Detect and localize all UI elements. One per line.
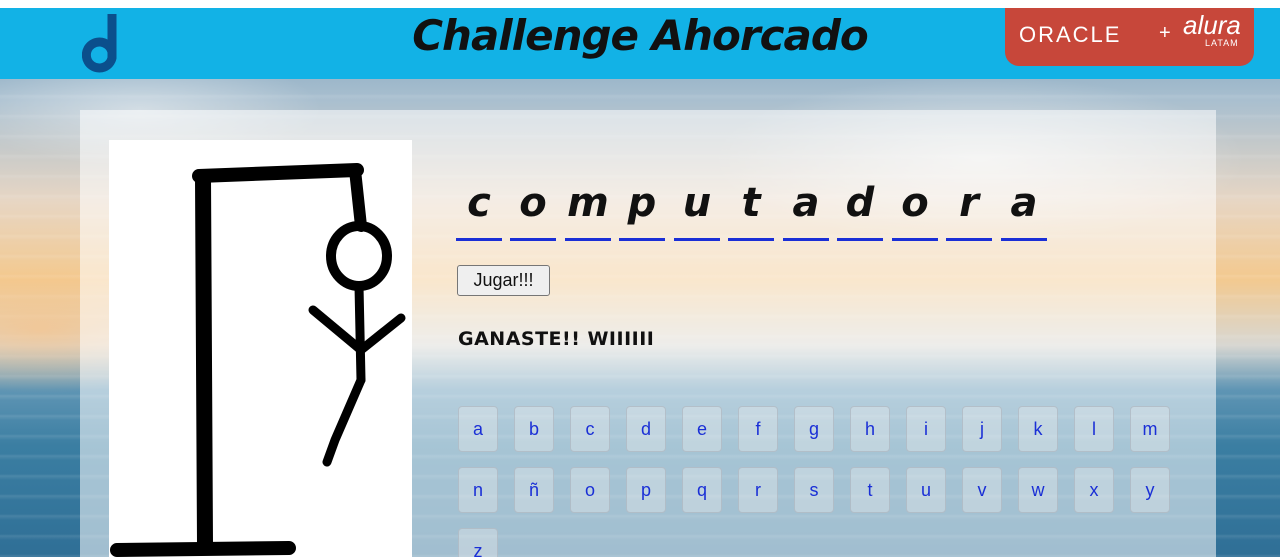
- letter-underline: [946, 238, 992, 241]
- letter-slot: a: [783, 176, 829, 242]
- letter-underline: [783, 238, 829, 241]
- letter: p: [627, 180, 657, 226]
- play-button[interactable]: Jugar!!!: [457, 265, 550, 296]
- letter: o: [901, 180, 929, 226]
- win-message: GANASTE!! WIIIIII: [458, 328, 655, 350]
- brand-oracle: ORACLE: [1019, 22, 1122, 47]
- letter: m: [567, 180, 609, 226]
- letter-slot: o: [510, 176, 556, 242]
- letter-underline: [510, 238, 556, 241]
- key-button[interactable]: b: [514, 406, 554, 452]
- letter-slot: t: [728, 176, 774, 242]
- key-button[interactable]: i: [906, 406, 946, 452]
- hangman-drawing-icon: [110, 163, 406, 557]
- key-button[interactable]: o: [570, 467, 610, 513]
- letter-slot: d: [837, 176, 883, 242]
- key-button[interactable]: y: [1130, 467, 1170, 513]
- letter-slot: u: [674, 176, 720, 242]
- key-button[interactable]: r: [738, 467, 778, 513]
- brand-latam: LATAM: [1205, 38, 1239, 48]
- key-button[interactable]: g: [794, 406, 834, 452]
- top-header: Challenge Ahorcado ORACLE + alura LATAM: [0, 0, 1280, 79]
- key-button[interactable]: z: [458, 528, 498, 557]
- key-button[interactable]: x: [1074, 467, 1114, 513]
- key-button[interactable]: w: [1018, 467, 1058, 513]
- letter-slot: r: [946, 176, 992, 242]
- letter-slot: c: [456, 176, 502, 242]
- letter-underline: [837, 238, 883, 241]
- key-button[interactable]: u: [906, 467, 946, 513]
- letter: a: [1010, 180, 1038, 226]
- key-button[interactable]: t: [850, 467, 890, 513]
- letter-underline: [892, 238, 938, 241]
- letter-underline: [1001, 238, 1047, 241]
- letter: a: [792, 180, 820, 226]
- letter-underline: [619, 238, 665, 241]
- key-button[interactable]: h: [850, 406, 890, 452]
- key-button[interactable]: k: [1018, 406, 1058, 452]
- brand-plus: +: [1159, 22, 1171, 44]
- letter: r: [959, 180, 979, 226]
- letter-slot: a: [1001, 176, 1047, 242]
- letter-slot: m: [565, 176, 611, 242]
- letter: o: [519, 180, 547, 226]
- key-button[interactable]: n: [458, 467, 498, 513]
- hangman-canvas: [109, 140, 412, 557]
- key-button[interactable]: v: [962, 467, 1002, 513]
- letter-underline: [728, 238, 774, 241]
- key-button[interactable]: p: [626, 467, 666, 513]
- key-button[interactable]: d: [626, 406, 666, 452]
- oracle-alura-logo: ORACLE + alura LATAM: [1005, 8, 1254, 66]
- letter-slot: o: [892, 176, 938, 242]
- key-button[interactable]: ñ: [514, 467, 554, 513]
- key-button[interactable]: f: [738, 406, 778, 452]
- letter: u: [682, 180, 712, 226]
- letter: t: [741, 180, 761, 226]
- letter-slot: p: [619, 176, 665, 242]
- key-button[interactable]: c: [570, 406, 610, 452]
- key-button[interactable]: j: [962, 406, 1002, 452]
- letter: c: [467, 180, 491, 226]
- letter-underline: [674, 238, 720, 241]
- key-button[interactable]: e: [682, 406, 722, 452]
- key-button[interactable]: s: [794, 467, 834, 513]
- letter: d: [845, 180, 875, 226]
- letter-underline: [456, 238, 502, 241]
- key-button[interactable]: m: [1130, 406, 1170, 452]
- brand-alura: alura: [1183, 10, 1241, 40]
- key-button[interactable]: l: [1074, 406, 1114, 452]
- key-button[interactable]: q: [682, 467, 722, 513]
- letter-underline: [565, 238, 611, 241]
- key-button[interactable]: a: [458, 406, 498, 452]
